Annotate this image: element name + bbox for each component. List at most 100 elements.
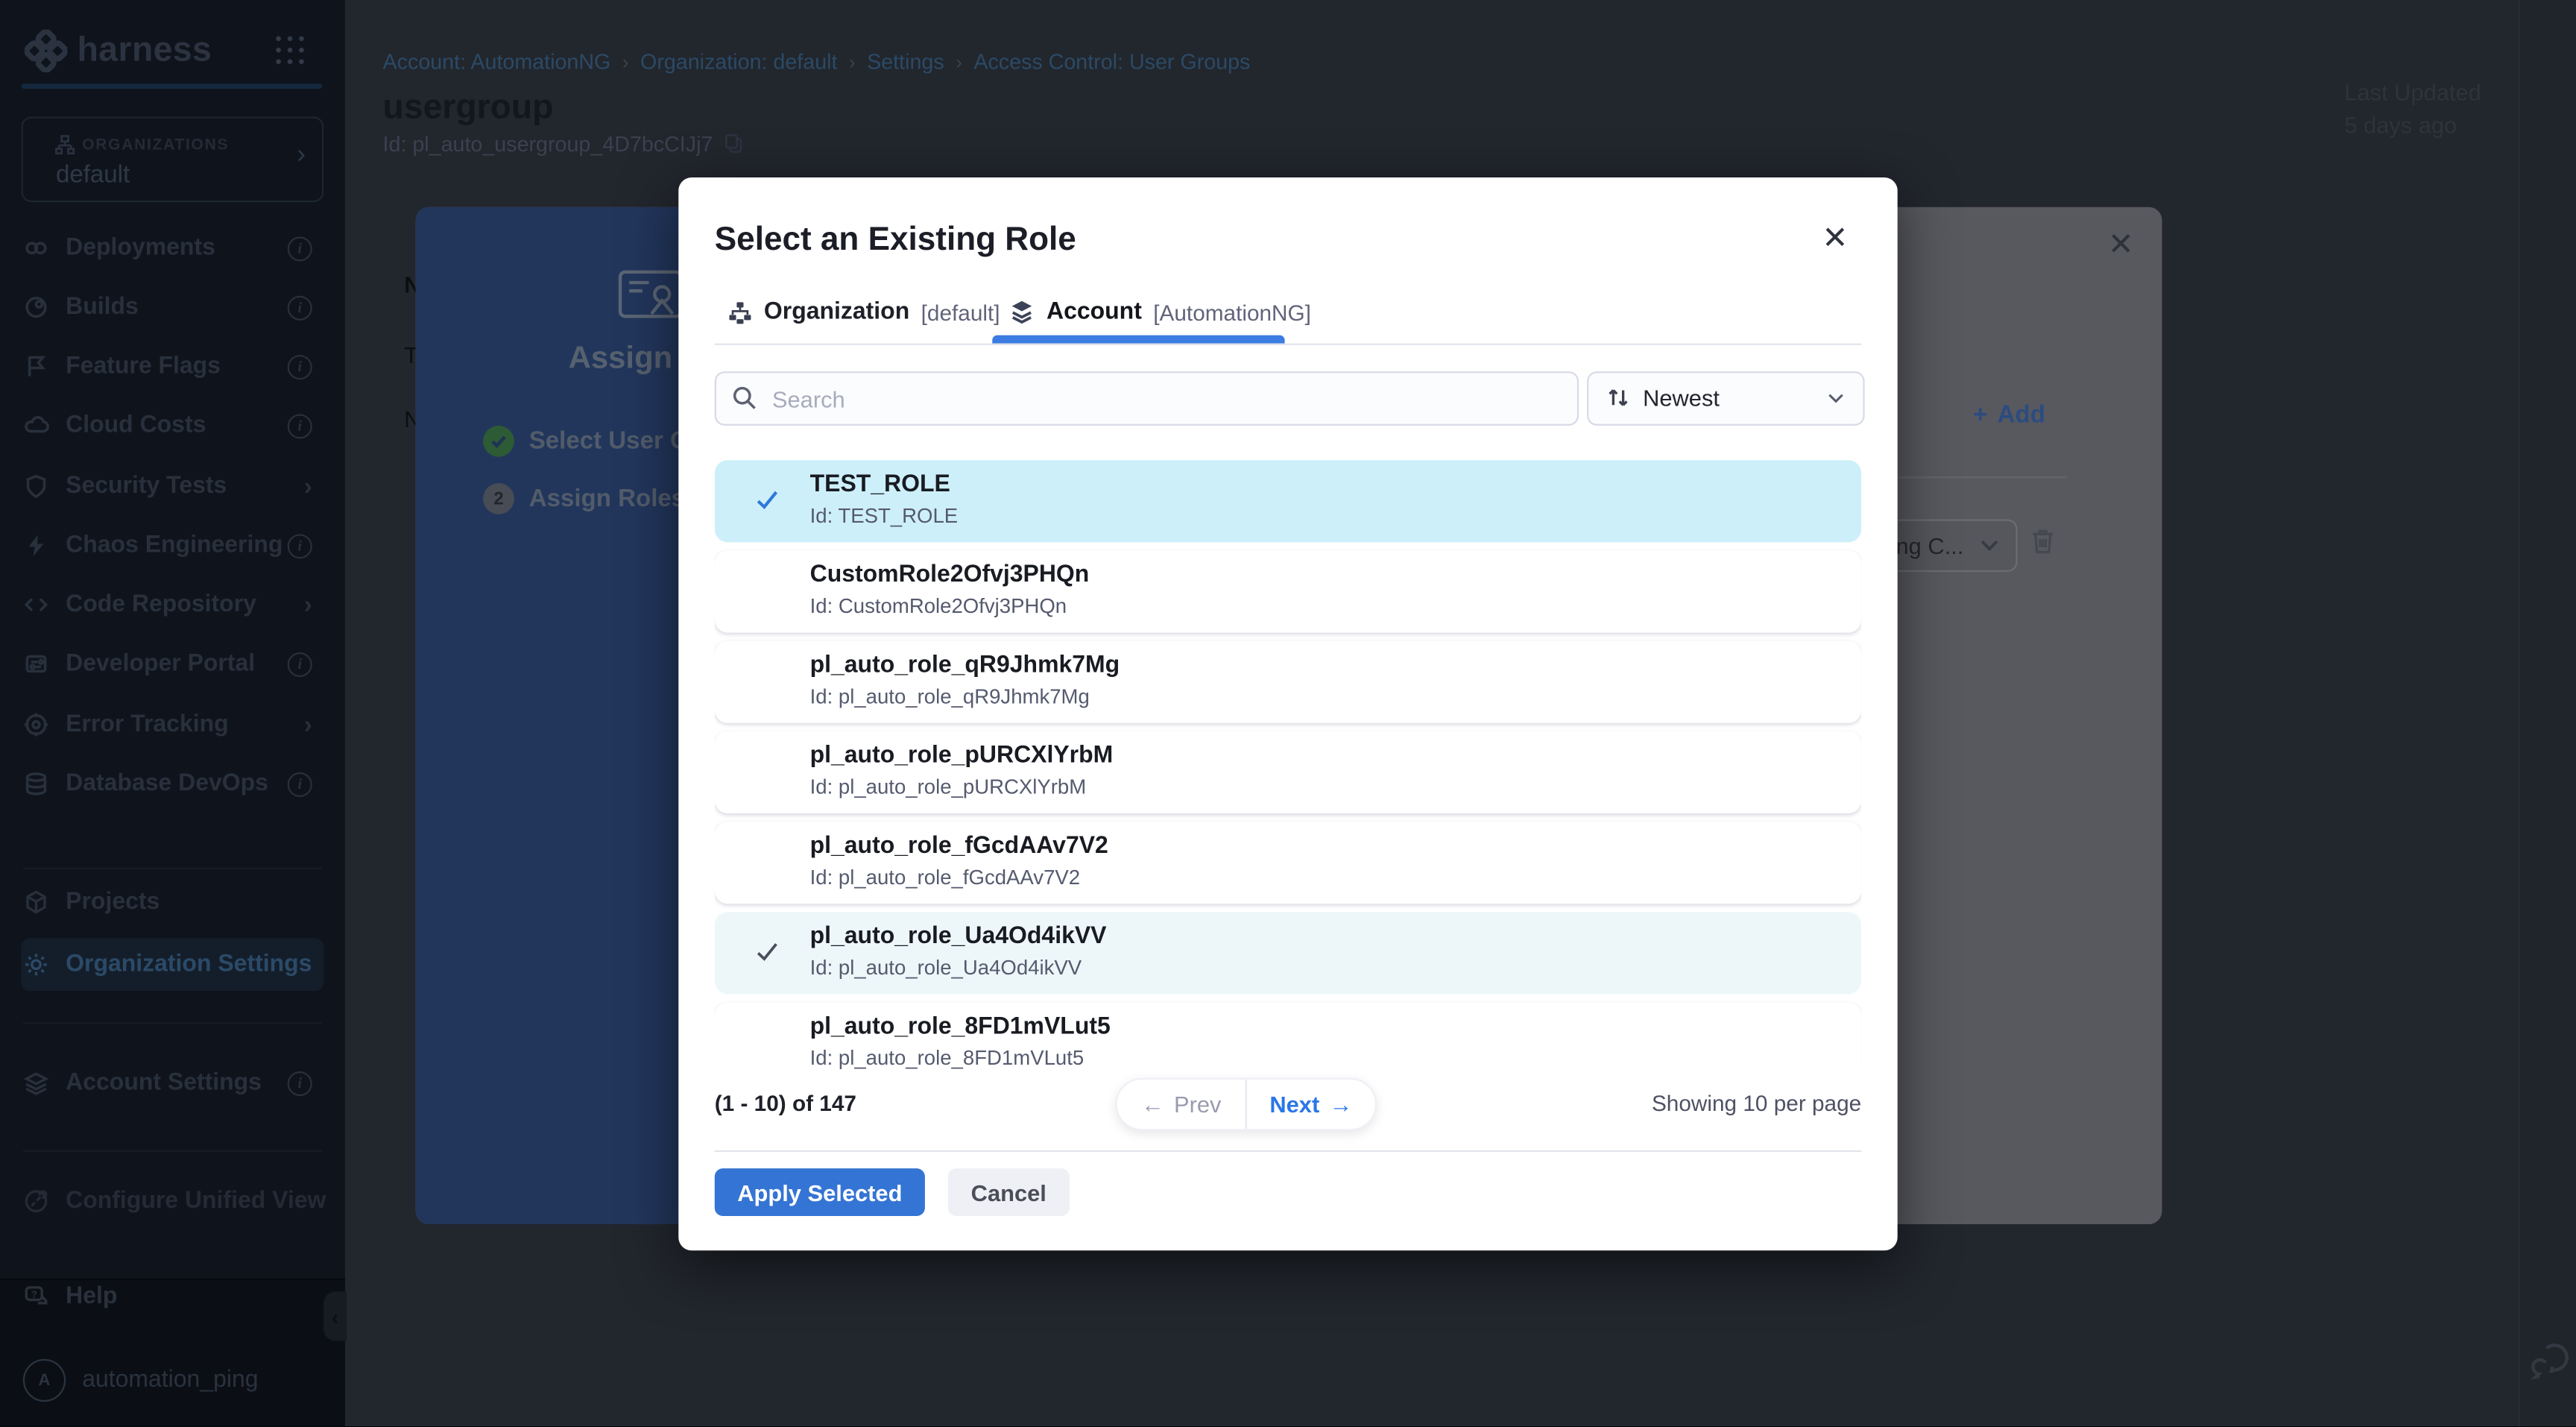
sidebar-item-account-settings[interactable]: Account Settings i <box>23 1055 322 1111</box>
add-role-button[interactable]: + Add <box>1973 401 2045 429</box>
org-selector-label: ORGANIZATIONS <box>82 136 229 154</box>
sidebar-divider <box>23 868 322 869</box>
sidebar-user[interactable]: A automation_ping <box>23 1352 322 1408</box>
search-input[interactable] <box>769 375 1565 423</box>
cloud-costs-icon <box>23 412 49 438</box>
apply-selected-button[interactable]: Apply Selected <box>715 1168 925 1216</box>
projects-cube-icon <box>23 889 49 915</box>
chevron-right-icon: › <box>304 712 312 737</box>
per-page-label: Showing 10 per page <box>1652 1091 1861 1116</box>
harness-diamond-icon <box>25 30 67 72</box>
sort-arrows-icon <box>1605 385 1631 411</box>
sidebar-item-code-repository[interactable]: Code Repository › <box>23 577 322 633</box>
sidebar-item-deployments[interactable]: Deployments i <box>23 220 322 276</box>
app-root: harness ORGANIZATIONS default › Deployme… <box>0 0 2576 1426</box>
sidebar-item-builds[interactable]: Builds i <box>23 280 322 336</box>
arrow-left-icon: ← <box>1141 1091 1164 1118</box>
layers-icon <box>1008 299 1035 325</box>
gear-icon <box>23 951 49 977</box>
search-icon <box>731 385 757 411</box>
breadcrumb-separator: › <box>956 50 962 73</box>
clipped-text-fragment: T <box>404 341 415 368</box>
breadcrumb-link-organization[interactable]: Organization: default <box>640 49 837 74</box>
avatar: A <box>23 1359 66 1402</box>
role-row[interactable]: pl_auto_role_8FD1mVLut5 Id: pl_auto_role… <box>715 1002 1861 1069</box>
chevron-right-icon: › <box>297 142 306 171</box>
support-chat-icon[interactable] <box>2530 1343 2572 1384</box>
sidebar-item-configure-unified-view[interactable]: Configure Unified View <box>23 1174 322 1229</box>
sidebar-item-organization-settings[interactable]: Organization Settings <box>23 936 322 992</box>
role-row[interactable]: pl_auto_role_qR9Jhmk7Mg Id: pl_auto_role… <box>715 641 1861 723</box>
app-switcher-grid-icon[interactable] <box>276 36 306 66</box>
logo-wordmark: harness <box>78 31 212 71</box>
tab-account[interactable]: Account [AutomationNG] <box>1008 299 1311 325</box>
help-chat-icon: ? <box>23 1283 49 1309</box>
breadcrumb-separator: › <box>622 50 629 73</box>
last-updated-value: 5 days ago <box>2344 112 2457 138</box>
select-role-modal: Select an Existing Role ✕ Organization [… <box>678 177 1897 1250</box>
arrow-right-icon: → <box>1329 1091 1352 1118</box>
role-row[interactable]: pl_auto_role_pURCXlYrbM Id: pl_auto_role… <box>715 731 1861 813</box>
plus-icon: + <box>1973 401 1987 429</box>
sidebar-item-feature-flags[interactable]: Feature Flags i <box>23 338 322 394</box>
clipped-text-fragment: N <box>404 271 415 297</box>
info-icon: i <box>288 533 312 558</box>
delete-role-icon[interactable] <box>2030 528 2055 555</box>
role-row[interactable]: pl_auto_role_fGcdAAv7V2 Id: pl_auto_role… <box>715 822 1861 904</box>
search-box <box>715 371 1579 426</box>
sidebar-item-developer-portal[interactable]: Developer Portal i <box>23 636 322 692</box>
sidebar-item-cloud-costs[interactable]: Cloud Costs i <box>23 397 322 453</box>
developer-portal-icon <box>23 651 49 677</box>
sidebar-item-security-tests[interactable]: Security Tests › <box>23 459 322 514</box>
breadcrumb: Account: AutomationNG › Organization: de… <box>383 49 1251 74</box>
role-list: TEST_ROLE Id: TEST_ROLE CustomRole2Ofvj3… <box>715 460 1861 1070</box>
sidebar-collapse-handle[interactable]: ‹ <box>323 1291 347 1341</box>
prev-page-button[interactable]: ← Prev <box>1117 1091 1246 1118</box>
chevron-down-icon <box>1827 393 1845 404</box>
organization-selector[interactable]: ORGANIZATIONS default › <box>22 116 324 202</box>
copy-icon[interactable] <box>723 133 745 155</box>
chevron-right-icon: › <box>304 593 312 617</box>
wizard-close-icon[interactable]: ✕ <box>2108 227 2134 265</box>
sidebar-divider <box>23 1022 322 1024</box>
info-icon: i <box>288 236 312 260</box>
sidebar-item-help[interactable]: ? Help <box>23 1269 322 1325</box>
info-icon: i <box>288 652 312 676</box>
database-devops-icon <box>23 771 49 797</box>
layers-icon <box>23 1070 49 1096</box>
pagination-range: (1 - 10) of 147 <box>715 1091 856 1116</box>
sidebar-item-error-tracking[interactable]: Error Tracking › <box>23 697 322 753</box>
sort-dropdown[interactable]: Newest <box>1587 371 1864 426</box>
step-number-badge: 2 <box>483 483 514 514</box>
sidebar-divider <box>23 1150 322 1152</box>
pagination-pill: ← Prev Next → <box>1116 1078 1377 1131</box>
org-hierarchy-icon <box>54 135 76 157</box>
cancel-button[interactable]: Cancel <box>948 1168 1070 1216</box>
active-tab-underline <box>992 336 1284 344</box>
error-tracking-icon <box>23 711 49 737</box>
sidebar-item-projects[interactable]: Projects <box>23 875 322 930</box>
role-row[interactable]: CustomRole2Ofvj3PHQn Id: CustomRole2Ofvj… <box>715 550 1861 632</box>
security-tests-icon <box>23 473 49 500</box>
modal-close-icon[interactable]: ✕ <box>1822 220 1848 258</box>
sidebar: harness ORGANIZATIONS default › Deployme… <box>0 0 345 1426</box>
deployments-icon <box>23 235 49 261</box>
modal-title: Select an Existing Role <box>715 222 1076 260</box>
next-page-button[interactable]: Next → <box>1247 1091 1375 1118</box>
tab-organization[interactable]: Organization [default] <box>727 299 1000 325</box>
svg-text:?: ? <box>31 1288 37 1300</box>
breadcrumb-link-settings[interactable]: Settings <box>867 49 944 74</box>
breadcrumb-link-access-control[interactable]: Access Control: User Groups <box>973 49 1250 74</box>
role-dropdown-value-clipped: ng C... <box>1896 532 1964 558</box>
footer-divider <box>715 1150 1861 1152</box>
sidebar-header-divider <box>22 84 322 88</box>
sidebar-item-chaos-engineering[interactable]: Chaos Engineering i <box>23 517 322 573</box>
entity-id: Id: pl_auto_usergroup_4D7bcCIJj7 <box>383 131 745 156</box>
role-row-selected[interactable]: pl_auto_role_Ua4Od4ikVV Id: pl_auto_role… <box>715 912 1861 994</box>
sidebar-item-database-devops[interactable]: Database DevOps i <box>23 756 322 812</box>
breadcrumb-link-account[interactable]: Account: AutomationNG <box>383 49 611 74</box>
org-selector-value: default <box>56 161 130 189</box>
user-name: automation_ping <box>82 1367 322 1393</box>
role-row-selected[interactable]: TEST_ROLE Id: TEST_ROLE <box>715 460 1861 542</box>
check-icon <box>752 485 782 514</box>
